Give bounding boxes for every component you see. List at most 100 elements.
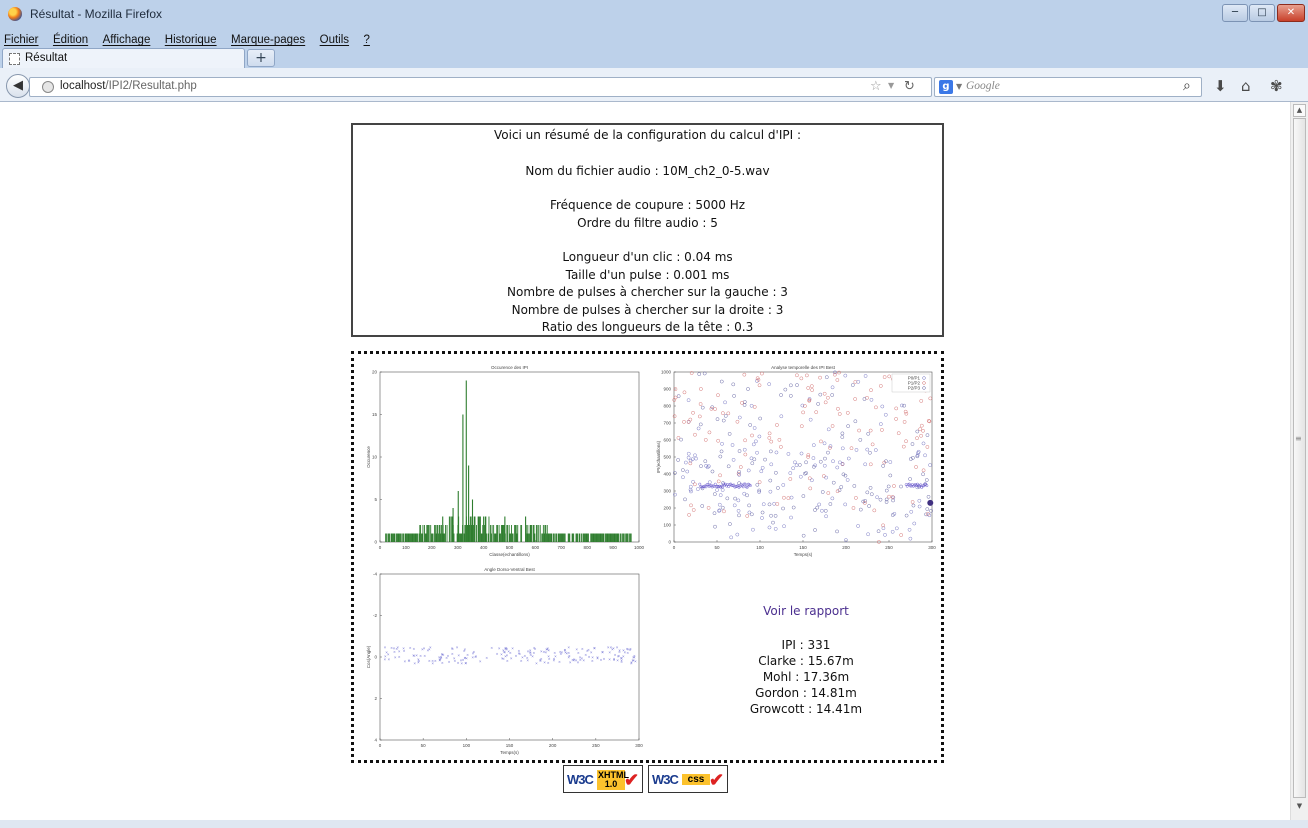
scatter-point: ×: [632, 655, 635, 659]
histogram-bar: [557, 533, 559, 542]
histogram-bar: [443, 533, 445, 542]
histogram-bar: [444, 533, 446, 542]
histogram-bar: [599, 533, 601, 542]
y-axis-label: IPI(echantillons): [656, 440, 661, 473]
histogram-bar: [534, 533, 536, 542]
histogram-bar: [427, 525, 429, 542]
histogram-bar: [434, 525, 436, 542]
y-tick-label: 500: [663, 455, 671, 460]
scatter-point: ×: [543, 660, 546, 664]
histogram-bar: [626, 533, 628, 542]
histogram-bar: [484, 516, 486, 542]
window-title: Résultat - Mozilla Firefox: [30, 7, 163, 21]
histogram-bar: [612, 533, 614, 542]
scatter-point: ×: [617, 654, 620, 658]
histogram-bar: [569, 533, 571, 542]
x-tick-label: 200: [549, 743, 557, 748]
histogram-bar: [527, 525, 529, 542]
reload-icon[interactable]: ↻: [904, 79, 915, 94]
chart-title: Occurence des IPI: [491, 365, 528, 370]
histogram-bar: [406, 533, 408, 542]
histogram-bar: [606, 533, 608, 542]
back-button[interactable]: ◀: [6, 74, 30, 98]
histogram-bar: [613, 533, 615, 542]
scatter-point: ×: [579, 658, 582, 662]
scroll-up-icon[interactable]: ▲: [1293, 104, 1306, 117]
menu-edition[interactable]: Édition: [53, 33, 88, 47]
histogram-bar: [478, 516, 480, 542]
menu-historique[interactable]: Historique: [165, 33, 217, 47]
scatter-point: ×: [445, 656, 448, 660]
histogram-bar: [439, 525, 441, 542]
scatter-point: ×: [464, 661, 467, 665]
x-tick-label: 100: [402, 545, 410, 550]
histogram-bar: [404, 533, 406, 542]
histogram-bar: [474, 516, 476, 542]
scatter-point: ×: [496, 652, 499, 656]
scatter-point: ×: [412, 647, 415, 651]
xhtml-valid-badge[interactable]: W3C XHTML 1.0 ✔: [563, 765, 643, 793]
close-button[interactable]: ✕: [1277, 4, 1305, 22]
histogram-bar: [601, 533, 603, 542]
histogram-bar: [538, 525, 540, 542]
histogram-bar: [507, 525, 509, 542]
config-filename: Nom du fichier audio : 10M_ch2_0-5.wav: [525, 164, 770, 178]
scroll-thumb[interactable]: [1293, 118, 1306, 798]
histogram-bar: [521, 525, 523, 542]
page-favicon-icon: [9, 53, 20, 65]
history-dropdown-icon[interactable]: ▼: [888, 81, 894, 90]
histogram-bar: [602, 533, 604, 542]
histogram-bar: [547, 533, 549, 542]
histogram-bar: [528, 533, 530, 542]
menu-outils[interactable]: Outils: [320, 33, 349, 47]
y-tick-label: 900: [663, 387, 671, 392]
histogram-bar: [479, 516, 481, 542]
search-magnifier-icon[interactable]: ⌕: [1183, 78, 1191, 94]
home-icon[interactable]: ⌂: [1241, 77, 1251, 95]
menu-marque-pages[interactable]: Marque-pages: [231, 33, 305, 47]
vertical-scrollbar[interactable]: ▲ ≡ ▼: [1290, 102, 1308, 820]
menu-affichage[interactable]: Affichage: [103, 33, 151, 47]
scatter-point: ×: [601, 650, 604, 654]
histogram-peak-bar: [471, 499, 474, 542]
histogram-bar: [558, 533, 560, 542]
histogram-bar: [548, 533, 550, 542]
x-tick-label: 900: [609, 545, 617, 550]
search-bar[interactable]: g ▼ Google ⌕: [934, 77, 1202, 97]
histogram-bar: [410, 533, 412, 542]
search-engine-icon[interactable]: g: [939, 80, 953, 94]
histogram-bar: [499, 533, 501, 542]
site-identity-icon[interactable]: [42, 81, 54, 93]
addon-icon[interactable]: ✾: [1270, 77, 1283, 95]
scroll-down-icon[interactable]: ▼: [1293, 801, 1306, 814]
maximize-button[interactable]: □: [1249, 4, 1275, 22]
y-tick-label: 400: [663, 472, 671, 477]
scatter-point: ×: [533, 646, 536, 650]
tab-resultat[interactable]: Résultat: [2, 48, 245, 68]
report-link[interactable]: Voir le rapport: [763, 604, 849, 618]
histogram-bar: [420, 533, 422, 542]
x-axis-label: Classe(echantillons): [489, 552, 530, 557]
histogram-bar: [532, 525, 534, 542]
url-bar[interactable]: localhost/IPI2/Resultat.php ☆ ▼ ↻: [29, 77, 932, 97]
download-icon[interactable]: ⬇: [1214, 77, 1227, 95]
histogram-bar: [435, 533, 437, 542]
histogram-bar: [410, 533, 411, 542]
search-engine-dropdown-icon[interactable]: ▼: [956, 82, 962, 91]
bookmark-star-icon[interactable]: ☆: [870, 79, 882, 94]
minimize-button[interactable]: ─: [1222, 4, 1248, 22]
url-path: /IPI2/Resultat.php: [105, 80, 197, 92]
css-valid-badge[interactable]: W3C css ✔: [648, 765, 728, 793]
x-tick-label: 800: [583, 545, 591, 550]
histogram-bar: [502, 525, 504, 542]
histogram-bar: [629, 533, 631, 542]
menu-help[interactable]: ?: [364, 33, 370, 47]
histogram-bar: [469, 525, 470, 542]
histogram-bar: [488, 516, 490, 542]
new-tab-button[interactable]: +: [247, 49, 275, 67]
histogram-bar: [463, 533, 465, 542]
scatter-point: ×: [521, 655, 524, 659]
menu-fichier[interactable]: Fichier: [4, 33, 39, 47]
histogram-bar: [424, 525, 425, 542]
histogram-peak-bar: [457, 491, 459, 542]
